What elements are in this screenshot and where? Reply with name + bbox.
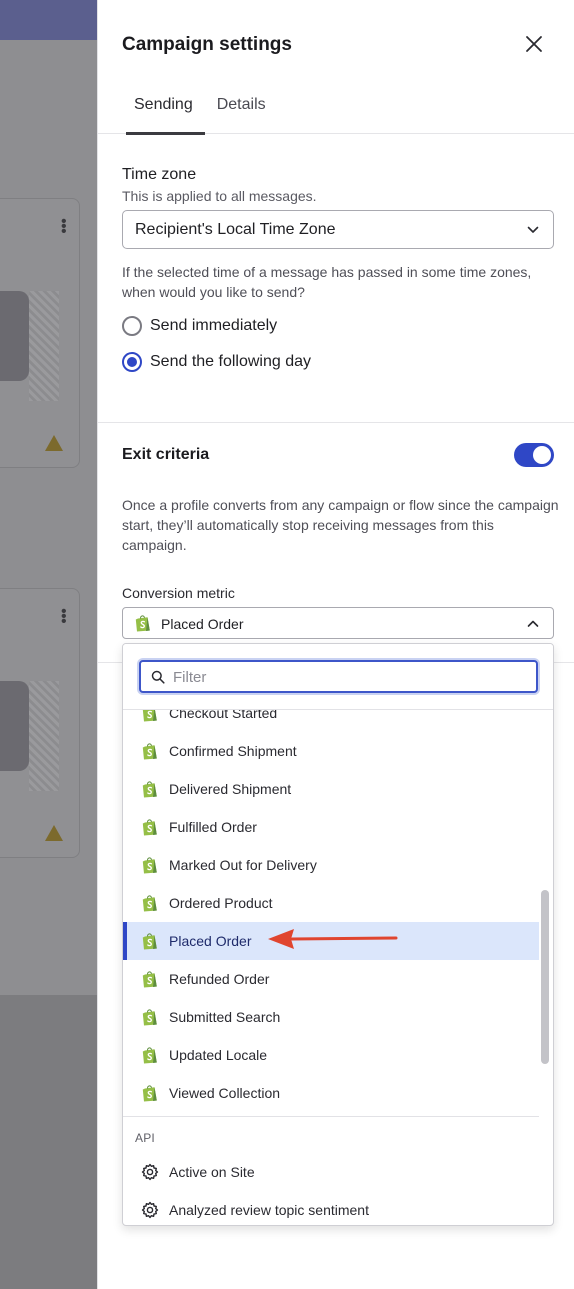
shopify-icon <box>135 615 150 632</box>
list-item[interactable]: Viewed Collection <box>123 1074 539 1112</box>
thumbnail-texture <box>29 681 59 791</box>
background-app: • • • • • • <box>0 0 97 1289</box>
list-item-label: Refunded Order <box>169 971 270 987</box>
metric-list: Checkout Started Confirmed Shipment Deli… <box>123 710 539 1225</box>
warning-icon <box>45 435 63 451</box>
shopify-icon <box>142 710 157 722</box>
dropdown-scrollbar[interactable] <box>541 890 549 1064</box>
timezone-select[interactable]: Recipient's Local Time Zone <box>122 210 554 249</box>
gear-icon <box>141 1163 159 1181</box>
search-icon <box>151 670 165 684</box>
exit-criteria-toggle[interactable] <box>514 443 554 467</box>
kebab-icon: • • • <box>61 213 67 240</box>
panel-header: Campaign settings Sending Details <box>98 0 574 135</box>
filter-field[interactable] <box>139 660 538 693</box>
exit-criteria-title: Exit criteria <box>122 446 210 463</box>
list-item-label: Analyzed review topic sentiment <box>169 1202 369 1218</box>
shopify-icon <box>142 1085 157 1102</box>
close-icon <box>526 36 542 52</box>
conversion-metric-select[interactable]: Placed Order <box>122 607 554 639</box>
kebab-icon: • • • <box>61 603 67 630</box>
background-card: • • • <box>0 588 80 858</box>
conversion-metric-value: Placed Order <box>161 616 244 632</box>
list-item[interactable]: Refunded Order <box>123 960 539 998</box>
timezone-help-text: If the selected time of a message has pa… <box>122 264 532 300</box>
shopify-icon <box>142 1047 157 1064</box>
list-item[interactable]: Active on Site <box>123 1153 539 1191</box>
panel-title: Campaign settings <box>122 34 292 55</box>
list-item-label: Fulfilled Order <box>169 819 257 835</box>
timezone-label: Time zone <box>122 166 197 183</box>
campaign-settings-panel: Campaign settings Sending Details Time z… <box>97 0 574 1289</box>
list-item-selected[interactable]: Placed Order <box>123 922 539 960</box>
list-item-label: Ordered Product <box>169 895 273 911</box>
shopify-icon <box>142 857 157 874</box>
radio-button[interactable] <box>122 352 142 372</box>
background-footer <box>0 995 97 1289</box>
gear-icon <box>141 1201 159 1219</box>
list-item-label: Active on Site <box>169 1164 255 1180</box>
radio-label: Send immediately <box>150 317 278 334</box>
chevron-up-icon <box>527 620 539 627</box>
list-item-label: Confirmed Shipment <box>169 743 297 759</box>
radio-send-immediately[interactable]: Send immediately <box>122 316 277 336</box>
group-label-api: API <box>135 1131 155 1145</box>
thumbnail <box>0 681 29 771</box>
shopify-icon <box>142 819 157 836</box>
list-item-label: Submitted Search <box>169 1009 281 1025</box>
list-item[interactable]: Analyzed review topic sentiment <box>123 1191 539 1225</box>
timezone-selected-value: Recipient's Local Time Zone <box>135 221 336 238</box>
timezone-sublabel: This is applied to all messages. <box>122 188 317 204</box>
chevron-down-icon <box>527 226 539 233</box>
list-item[interactable]: Updated Locale <box>123 1036 539 1074</box>
close-button[interactable] <box>522 32 546 56</box>
thumbnail <box>0 291 29 381</box>
filter-input[interactable] <box>173 666 523 688</box>
list-item-label: Marked Out for Delivery <box>169 857 317 873</box>
radio-button[interactable] <box>122 316 142 336</box>
list-item-label: Delivered Shipment <box>169 781 292 797</box>
background-card: • • • <box>0 198 80 468</box>
tab-sending[interactable]: Sending <box>122 92 205 135</box>
list-item[interactable]: Submitted Search <box>123 998 539 1036</box>
metric-dropdown: Checkout Started Confirmed Shipment Deli… <box>122 643 554 1226</box>
list-item-label: Viewed Collection <box>169 1085 281 1101</box>
warning-icon <box>45 825 63 841</box>
list-item[interactable]: Ordered Product <box>123 884 539 922</box>
radio-label: Send the following day <box>150 353 311 370</box>
list-item[interactable]: Marked Out for Delivery <box>123 846 539 884</box>
tab-bar: Sending Details <box>122 92 278 135</box>
list-item-label: Checkout Started <box>169 710 278 721</box>
list-item-label: Placed Order <box>169 933 252 949</box>
exit-criteria-description: Once a profile converts from any campaig… <box>122 497 559 553</box>
tab-details[interactable]: Details <box>205 92 278 134</box>
conversion-metric-label: Conversion metric <box>122 585 235 601</box>
thumbnail-texture <box>29 291 59 401</box>
shopify-icon <box>142 781 157 798</box>
filter-container <box>123 644 553 710</box>
section-divider <box>98 422 574 423</box>
shopify-icon <box>142 933 157 950</box>
shopify-icon <box>142 743 157 760</box>
radio-send-following-day[interactable]: Send the following day <box>122 352 311 372</box>
shopify-icon <box>142 895 157 912</box>
group-divider <box>123 1116 539 1117</box>
list-item[interactable]: Confirmed Shipment <box>123 732 539 770</box>
list-item[interactable]: Checkout Started <box>123 710 539 732</box>
background-topbar <box>0 0 97 40</box>
shopify-icon <box>142 1009 157 1026</box>
list-item-label: Updated Locale <box>169 1047 268 1063</box>
list-item[interactable]: Delivered Shipment <box>123 770 539 808</box>
list-item[interactable]: Fulfilled Order <box>123 808 539 846</box>
shopify-icon <box>142 971 157 988</box>
